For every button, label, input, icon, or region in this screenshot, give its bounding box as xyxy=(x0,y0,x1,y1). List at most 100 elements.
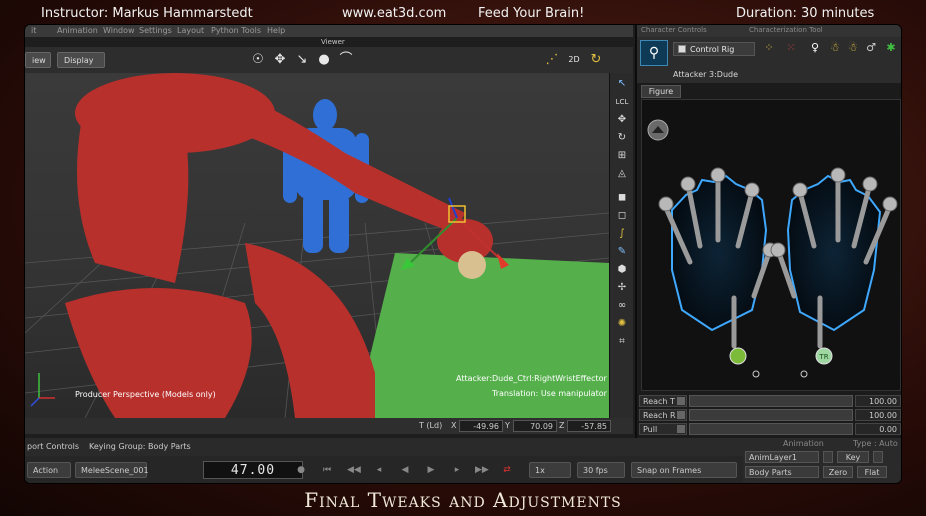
menu-item[interactable]: it xyxy=(31,26,36,35)
next-key-button[interactable] xyxy=(873,451,883,463)
pull-row: Pull 0.00 xyxy=(639,423,901,435)
frame-icon[interactable]: ⌗ xyxy=(613,335,631,349)
viewer-side-toolbar: ↖ LCL ✥ ↻ ⊞ ◬ ◼ ◻ ∫ ✎ ⬢ ✢ ∞ ✺ ⌗ xyxy=(609,73,633,418)
cube-icon[interactable]: ◼ xyxy=(613,191,631,205)
joint-icon[interactable]: ✢ xyxy=(613,281,631,295)
translate-icon[interactable]: ✥ xyxy=(271,51,289,69)
viewer-toolbar: iew Display ☉ ✥ ↘ ● ⌒ ⋰ 2D ↻ xyxy=(25,47,633,73)
menu-item-help[interactable]: Help xyxy=(267,26,285,35)
tab-figure[interactable]: Figure xyxy=(641,85,681,98)
play-icon[interactable]: ▶ xyxy=(425,465,437,477)
snap-dropdown[interactable]: Snap on Frames xyxy=(631,462,737,478)
goto-start-icon[interactable]: ⏮ xyxy=(321,465,333,477)
pan-icon[interactable]: ↘ xyxy=(293,51,311,69)
menu-item-layout[interactable]: Layout xyxy=(177,26,204,35)
left-wrist-effector[interactable] xyxy=(729,347,747,365)
left-pivot-marker[interactable] xyxy=(752,370,760,378)
loop-icon[interactable]: ⇄ xyxy=(501,465,513,477)
character-logo-icon[interactable]: ⚲ xyxy=(640,40,668,66)
control-rig-checkbox[interactable] xyxy=(678,45,686,53)
body-ik-icon[interactable]: ☃ xyxy=(827,40,843,56)
control-rig-toggle[interactable]: Control Rig xyxy=(673,42,755,56)
panel-toolbar: ⚲ Control Rig ⁘ ⁙ ♀ ☃ ☃ ♂ ✱ Attacker 3:D… xyxy=(637,37,901,83)
prev-key-button[interactable] xyxy=(823,451,833,463)
scale-tool-icon[interactable]: ⊞ xyxy=(613,149,631,163)
effector-dots-icon[interactable]: ⁙ xyxy=(783,40,799,56)
pin-icon[interactable]: ✱ xyxy=(883,40,899,56)
link-icon[interactable]: ∞ xyxy=(613,299,631,313)
wand-icon[interactable]: ✎ xyxy=(613,245,631,259)
reach-r-slider[interactable] xyxy=(689,409,853,421)
reach-t-key-icon[interactable] xyxy=(677,397,685,405)
speed-dropdown[interactable]: 1x xyxy=(529,462,571,478)
curve-icon[interactable]: ∫ xyxy=(613,227,631,241)
hand-controls-view[interactable]: TR xyxy=(641,99,901,391)
record-icon[interactable]: ● xyxy=(295,465,307,477)
anim-layer-dropdown[interactable]: AnimLayer1 xyxy=(745,451,819,463)
fps-dropdown[interactable]: 30 fps xyxy=(577,462,625,478)
hexagon-icon[interactable]: ⬢ xyxy=(613,263,631,277)
key-button[interactable]: Key xyxy=(837,451,869,463)
rotate-tool-icon[interactable]: ↻ xyxy=(613,131,631,145)
reach-r-value[interactable]: 100.00 xyxy=(855,409,901,421)
menu-item-animation[interactable]: Animation xyxy=(57,26,98,35)
prev-key-icon[interactable]: ◀◀ xyxy=(347,465,361,477)
slogan-label: Feed Your Brain! xyxy=(478,6,585,21)
viewer-title: Viewer xyxy=(321,38,345,46)
z-coordinate-field[interactable]: -57.85 xyxy=(567,420,611,432)
2d-view-icon[interactable]: 2D xyxy=(565,51,583,69)
pivot-icon[interactable]: ◬ xyxy=(613,167,631,181)
viewport-scene xyxy=(25,73,609,418)
keying-group-label: Keying Group: Body Parts xyxy=(89,442,191,451)
step-forward-icon[interactable]: ▸ xyxy=(451,465,463,477)
pull-key-icon[interactable] xyxy=(677,425,685,433)
trajectory-icon[interactable]: ⋰ xyxy=(543,51,561,69)
camera-label: Producer Perspective (Models only) xyxy=(75,390,216,399)
full-body-icon[interactable]: ♂ xyxy=(863,40,879,56)
translate-tool-icon[interactable]: ✥ xyxy=(613,113,631,127)
ball-prop[interactable] xyxy=(458,251,486,279)
rotate-icon[interactable]: ⌒ xyxy=(337,51,355,69)
body-fk-icon[interactable]: ☃ xyxy=(845,40,861,56)
zero-button[interactable]: Zero xyxy=(823,466,853,478)
reach-r-key-icon[interactable] xyxy=(677,411,685,419)
pull-value[interactable]: 0.00 xyxy=(855,423,901,435)
menu-item-settings[interactable]: Settings xyxy=(139,26,172,35)
select-icon[interactable]: ● xyxy=(315,51,333,69)
lesson-title: Final Tweaks and Adjustments xyxy=(304,488,622,512)
select-arrow-icon[interactable]: ↖ xyxy=(613,77,631,91)
reach-t-row: Reach T 100.00 xyxy=(639,395,901,407)
current-frame-display[interactable]: 47.00 xyxy=(203,461,303,479)
instructor-label: Instructor: Markus Hammarstedt xyxy=(41,6,253,21)
take-dropdown[interactable]: MeleeScene_001 xyxy=(75,462,149,478)
view-menu-button[interactable]: iew xyxy=(25,52,51,68)
menu-item-python-tools[interactable]: Python Tools xyxy=(211,26,261,35)
right-pivot-marker[interactable] xyxy=(800,370,808,378)
pose-dots-icon[interactable]: ⁘ xyxy=(761,40,777,56)
y-coordinate-field[interactable]: 70.09 xyxy=(513,420,557,432)
display-menu-button[interactable]: Display xyxy=(57,52,105,68)
right-wrist-marker-label: TR xyxy=(818,353,828,361)
character-controls-panel: Character Controls Characterization Tool… xyxy=(635,25,901,438)
transport-title: port Controls xyxy=(27,442,80,451)
reach-t-slider[interactable] xyxy=(689,395,853,407)
action-dropdown[interactable]: Action xyxy=(27,462,71,478)
lasso-icon[interactable]: ↻ xyxy=(587,51,605,69)
stance-icon[interactable]: ♀ xyxy=(807,40,823,56)
pull-slider[interactable] xyxy=(689,423,853,435)
x-coordinate-field[interactable]: -49.96 xyxy=(459,420,503,432)
cube-alt-icon[interactable]: ◻ xyxy=(613,209,631,223)
play-reverse-icon[interactable]: ◀ xyxy=(399,465,411,477)
next-key-icon[interactable]: ▶▶ xyxy=(475,465,489,477)
flat-button[interactable]: Flat xyxy=(857,466,887,478)
keying-mode-dropdown[interactable]: Body Parts xyxy=(745,466,819,478)
orbit-icon[interactable]: ☉ xyxy=(249,51,267,69)
tab-character-controls[interactable]: Character Controls xyxy=(641,26,707,34)
tab-characterization-tool[interactable]: Characterization Tool xyxy=(749,26,823,34)
3d-viewport[interactable]: Producer Perspective (Models only) Attac… xyxy=(25,73,609,418)
lcl-icon[interactable]: LCL xyxy=(613,95,631,109)
menu-item-window[interactable]: Window xyxy=(103,26,135,35)
step-back-icon[interactable]: ◂ xyxy=(373,465,385,477)
reach-t-value[interactable]: 100.00 xyxy=(855,395,901,407)
light-icon[interactable]: ✺ xyxy=(613,317,631,331)
